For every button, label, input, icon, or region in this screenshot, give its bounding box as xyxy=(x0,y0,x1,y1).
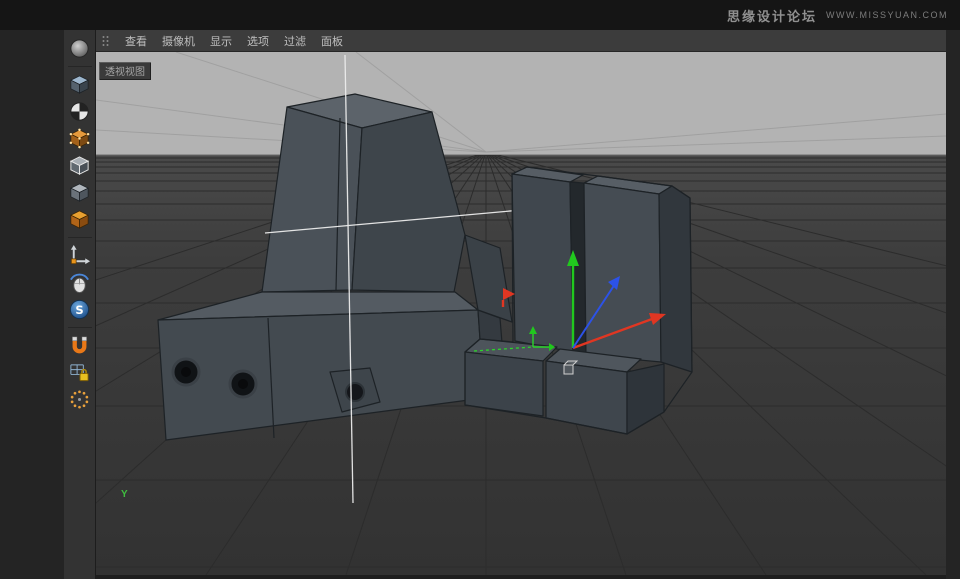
toolbar-separator xyxy=(68,323,92,328)
tool-texture-mode[interactable] xyxy=(67,98,93,124)
points-cube-icon xyxy=(68,127,91,150)
tool-mouse-input[interactable] xyxy=(67,269,93,295)
menu-panel[interactable]: 面板 xyxy=(321,33,343,49)
toolbar-separator xyxy=(68,233,92,238)
orange-cube-icon xyxy=(68,208,91,231)
menu-view[interactable]: 查看 xyxy=(125,33,147,49)
edges-cube-icon xyxy=(68,154,91,177)
dotted-sphere-icon xyxy=(68,388,91,411)
s-badge-icon: S xyxy=(68,298,91,321)
polygons-cube-icon xyxy=(68,181,91,204)
viewport-3d[interactable]: 透视视图 Y xyxy=(96,52,946,575)
menu-filter[interactable]: 过滤 xyxy=(284,33,306,49)
tool-edges-mode[interactable] xyxy=(67,152,93,178)
tool-lock-workplane[interactable] xyxy=(67,359,93,385)
tool-polygons-mode[interactable] xyxy=(67,179,93,205)
watermark-brand: 思缘设计论坛 xyxy=(727,6,817,25)
toolbar-separator xyxy=(68,62,92,67)
menu-cameras[interactable]: 摄像机 xyxy=(162,33,195,49)
tool-points-mode[interactable] xyxy=(67,125,93,151)
tool-axis-mode[interactable] xyxy=(67,242,93,268)
tool-snap-magnet[interactable] xyxy=(67,332,93,358)
svg-text:S: S xyxy=(75,302,83,316)
magnet-icon xyxy=(68,334,91,357)
sphere-icon xyxy=(68,37,91,60)
view-label[interactable]: 透视视图 xyxy=(99,62,151,80)
viewport-canvas[interactable] xyxy=(96,52,946,575)
sky xyxy=(96,52,946,155)
tool-model-mode[interactable] xyxy=(67,35,93,61)
checkered-sphere-icon xyxy=(68,100,91,123)
mouse-curve-icon xyxy=(68,271,91,294)
menu-grip-icon[interactable] xyxy=(101,34,110,48)
cube-icon xyxy=(68,73,91,96)
mode-toolbar: S xyxy=(64,30,96,579)
menu-options[interactable]: 选项 xyxy=(247,33,269,49)
title-bar: 思缘设计论坛 WWW.MISSYUAN.COM xyxy=(0,0,960,30)
tool-isoline-editing[interactable] xyxy=(67,386,93,412)
viewport-menubar: 查看 摄像机 显示 选项 过滤 面板 xyxy=(96,30,946,52)
tool-object-mode[interactable] xyxy=(67,206,93,232)
tool-s-mode[interactable]: S xyxy=(67,296,93,322)
watermark-site: WWW.MISSYUAN.COM xyxy=(826,10,948,20)
axis-corner-icon xyxy=(68,244,91,267)
c4d-window: 思缘设计论坛 WWW.MISSYUAN.COM xyxy=(0,0,960,579)
grid-lock-icon xyxy=(68,361,91,384)
tool-make-editable[interactable] xyxy=(67,71,93,97)
right-gutter xyxy=(946,30,960,579)
left-gutter xyxy=(0,30,64,579)
axis-y-label: Y xyxy=(121,489,128,500)
menu-display[interactable]: 显示 xyxy=(210,33,232,49)
